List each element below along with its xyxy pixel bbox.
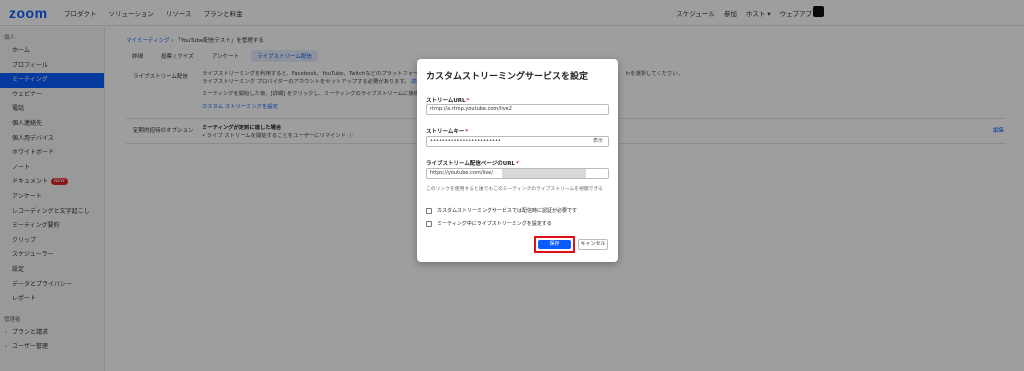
dialog-title: カスタムストリーミングサービスを設定 xyxy=(426,72,589,82)
stream-url-input[interactable]: rtmp://a.rtmp.youtube.com/live2 xyxy=(426,104,609,115)
livestream-page-url-label: ライブストリーム配信ページのURL* xyxy=(426,159,519,167)
save-button[interactable]: 保存 xyxy=(538,240,571,249)
custom-streaming-dialog: カスタムストリーミングサービスを設定 ストリームURL* rtmp://a.rt… xyxy=(417,59,618,262)
redacted-mask xyxy=(502,169,586,178)
setup-during-meeting-checkbox-row[interactable]: ミーティング中にライブストリーミングを設定する xyxy=(426,220,552,227)
livestream-page-url-input[interactable]: https://youtube.com/live/ xyxy=(426,168,609,179)
show-key-button[interactable]: 表示 xyxy=(593,137,603,146)
auth-required-checkbox[interactable] xyxy=(426,207,432,214)
stream-key-value: •••••••••••••••••••••••• xyxy=(430,138,501,144)
setup-during-meeting-label: ミーティング中にライブストリーミングを設定する xyxy=(437,221,552,227)
auth-required-label: カスタムストリーミングサービスでは配信時に認証が必要です xyxy=(437,208,578,214)
stream-key-input[interactable]: •••••••••••••••••••••••• 表示 xyxy=(426,136,609,147)
auth-required-checkbox-row[interactable]: カスタムストリーミングサービスでは配信時に認証が必要です xyxy=(426,207,577,214)
stream-key-label: ストリームキー* xyxy=(426,127,468,135)
livestream-page-url-label-text: ライブストリーム配信ページのURL xyxy=(426,161,515,167)
livestream-url-hint: このリンクを使用すると誰でもこのミーティングのライブストリームを視聴できる xyxy=(426,187,603,192)
setup-during-meeting-checkbox[interactable] xyxy=(426,220,432,227)
livestream-page-url-value: https://youtube.com/live/ xyxy=(430,170,493,176)
cancel-button[interactable]: キャンセル xyxy=(578,239,608,250)
stream-url-label: ストリームURL* xyxy=(426,96,469,104)
required-mark: * xyxy=(465,129,469,135)
stream-key-label-text: ストリームキー xyxy=(426,129,465,135)
required-mark: * xyxy=(515,161,519,167)
